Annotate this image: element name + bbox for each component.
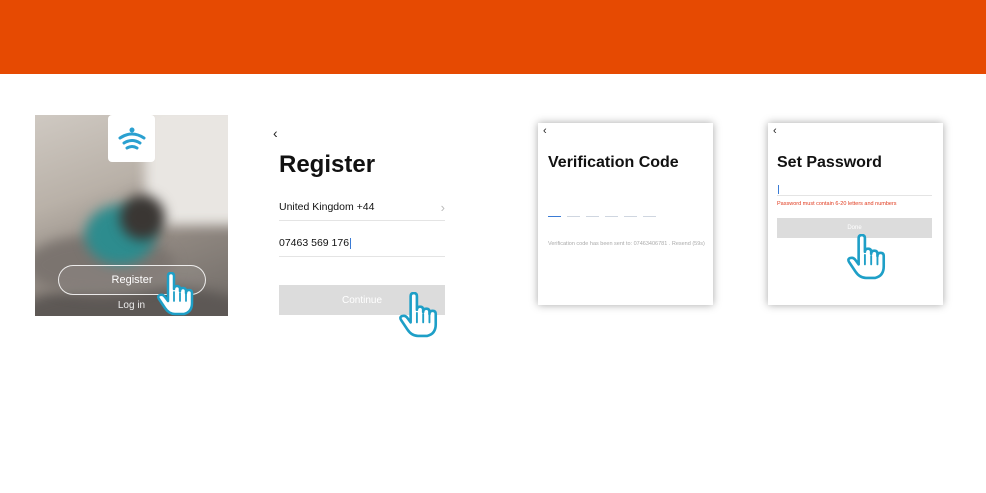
login-link[interactable]: Log in — [35, 300, 228, 311]
text-cursor — [350, 237, 352, 249]
back-button[interactable]: ‹ — [773, 125, 777, 137]
verification-screen: ‹ Verification Code Verification code ha… — [538, 123, 713, 305]
chevron-left-icon: ‹ — [273, 125, 278, 141]
app-logo — [108, 115, 155, 162]
phone-input[interactable]: 07463 569 176 — [279, 230, 445, 257]
chevron-left-icon: ‹ — [543, 125, 547, 137]
brand-header-bar — [0, 0, 986, 74]
code-slot[interactable] — [548, 216, 561, 217]
code-slot[interactable] — [643, 216, 656, 217]
country-selector[interactable]: United Kingdom +44 › — [279, 194, 445, 221]
chevron-left-icon: ‹ — [773, 125, 777, 137]
back-button[interactable]: ‹ — [543, 125, 547, 137]
pointing-hand-icon — [847, 234, 886, 280]
page-title: Set Password — [777, 154, 882, 171]
wifi-icon — [118, 127, 145, 149]
password-input[interactable] — [777, 181, 932, 196]
code-slot[interactable] — [605, 216, 618, 217]
country-value: United Kingdom +44 — [279, 201, 375, 213]
code-slot[interactable] — [586, 216, 599, 217]
phone-value: 07463 569 176 — [279, 237, 350, 249]
verification-info: Verification code has been sent to: 0746… — [548, 241, 705, 247]
pointing-hand-icon — [156, 272, 194, 316]
code-slot[interactable] — [624, 216, 637, 217]
code-slot[interactable] — [567, 216, 580, 217]
page-title: Verification Code — [548, 154, 679, 171]
back-button[interactable]: ‹ — [273, 125, 278, 141]
chevron-right-icon: › — [440, 199, 445, 215]
text-cursor — [778, 185, 779, 195]
code-input[interactable] — [548, 216, 656, 217]
pointing-hand-icon — [399, 292, 438, 338]
password-error: Password must contain 6-20 letters and n… — [777, 201, 897, 207]
welcome-screen: Register Log in — [35, 115, 228, 316]
page-title: Register — [279, 151, 376, 178]
